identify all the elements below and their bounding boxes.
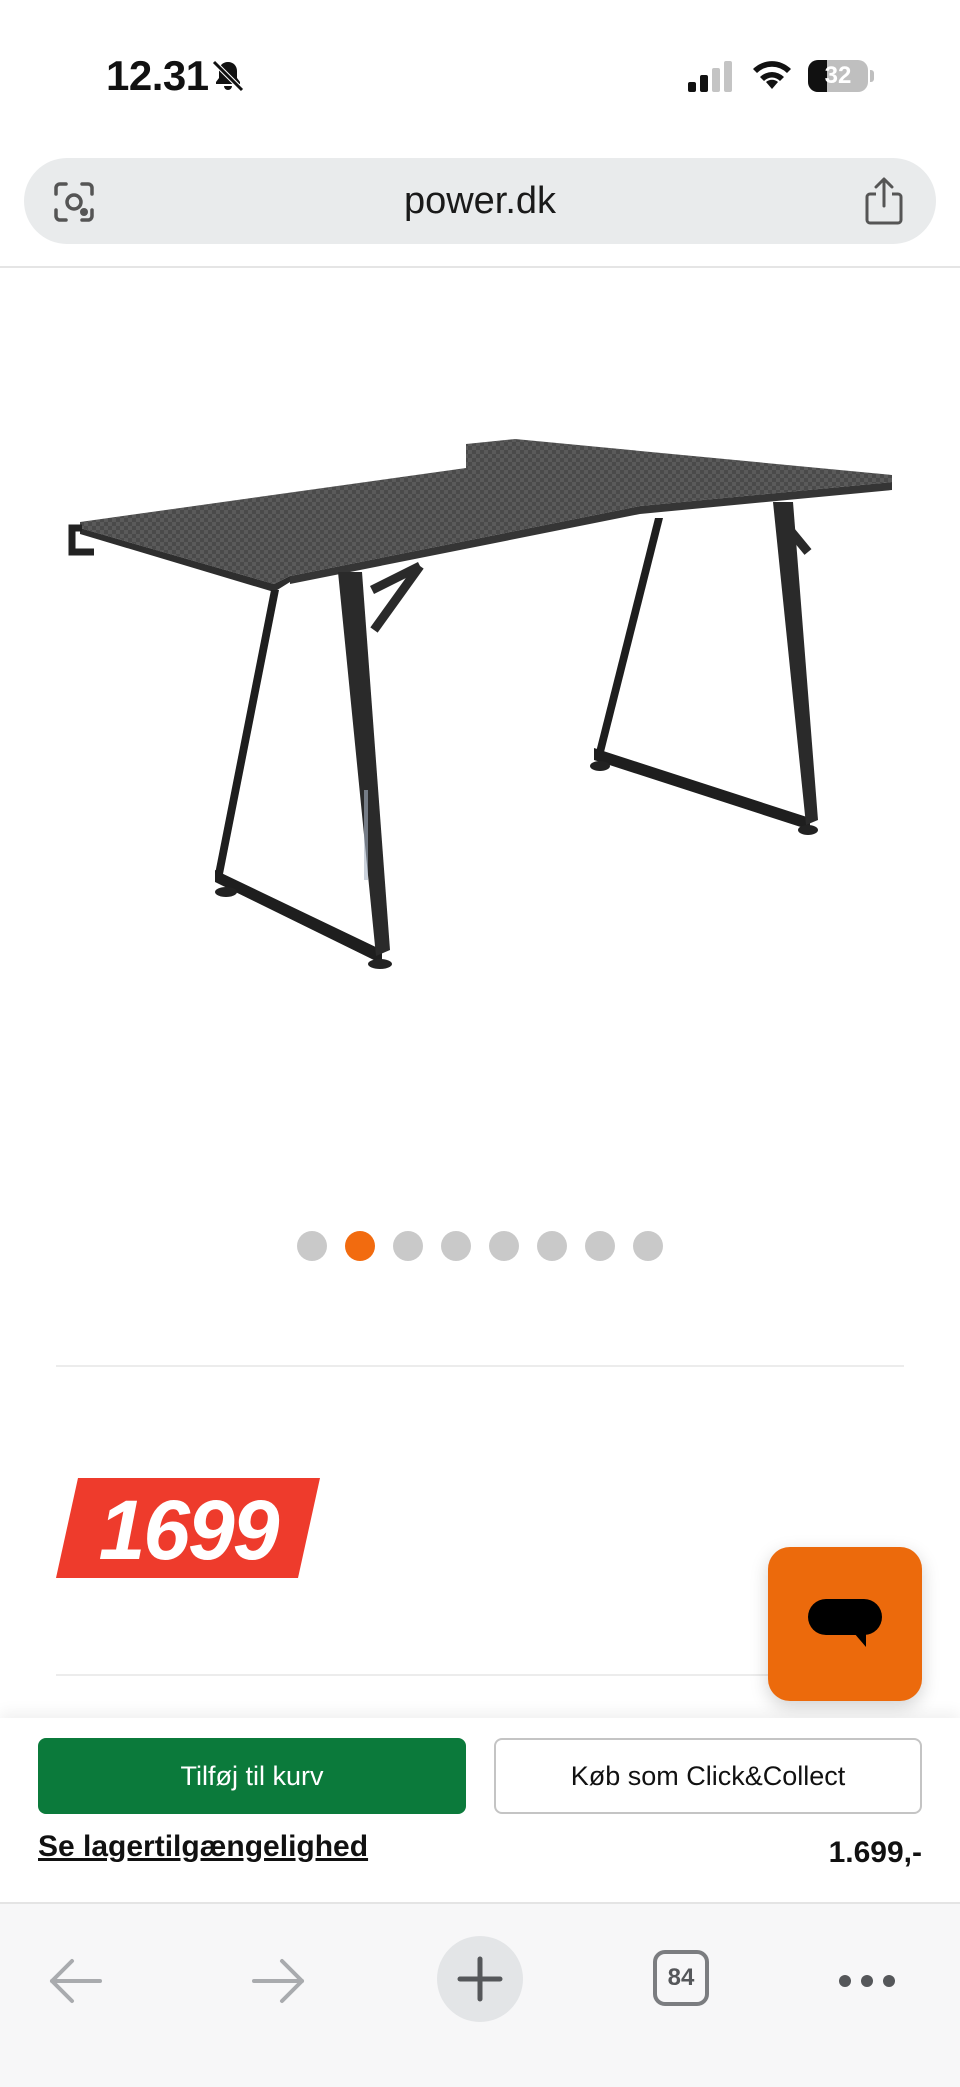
share-icon[interactable]: [862, 176, 906, 226]
carousel-dot[interactable]: [345, 1231, 375, 1261]
click-and-collect-button[interactable]: Køb som Click&Collect: [494, 1738, 922, 1814]
chat-button[interactable]: [768, 1547, 922, 1701]
battery-indicator: 32: [808, 60, 874, 92]
url-text[interactable]: power.dk: [24, 158, 936, 244]
carousel-dot[interactable]: [537, 1231, 567, 1261]
battery-percent: 32: [824, 62, 852, 89]
visual-search-icon[interactable]: [52, 180, 96, 224]
signal-icon: [688, 61, 732, 92]
bell-off-icon: [212, 60, 244, 92]
back-arrow-icon[interactable]: [46, 1954, 106, 2008]
carousel-dot[interactable]: [489, 1231, 519, 1261]
bottom-price: 1.699,-: [828, 1836, 922, 1869]
address-divider: [0, 266, 960, 268]
carousel-dot[interactable]: [633, 1231, 663, 1261]
gaming-desk-image[interactable]: [0, 270, 960, 1170]
address-bar[interactable]: power.dk: [24, 158, 936, 244]
forward-arrow-icon[interactable]: [248, 1954, 308, 2008]
status-bar: 12.31 32: [0, 0, 960, 150]
browser-toolbar: 84: [0, 1902, 960, 2087]
carousel-dot[interactable]: [297, 1231, 327, 1261]
status-time: 12.31: [106, 52, 209, 99]
carousel-dots[interactable]: [0, 1231, 960, 1261]
new-tab-plus-icon: [457, 1956, 503, 2002]
carousel-dot[interactable]: [393, 1231, 423, 1261]
purchase-bar: Tilføj til kurv Køb som Click&Collect Se…: [0, 1718, 960, 1902]
more-icon[interactable]: [838, 1966, 896, 1996]
price-tag-value: 1699: [98, 1483, 280, 1577]
chat-bubble-icon: [808, 1599, 882, 1647]
new-tab-button[interactable]: [437, 1936, 523, 2022]
carousel-dot[interactable]: [585, 1231, 615, 1261]
add-to-cart-button[interactable]: Tilføj til kurv: [38, 1738, 466, 1814]
carousel-dot[interactable]: [441, 1231, 471, 1261]
tabs-button[interactable]: 84: [653, 1950, 709, 2006]
wifi-icon: [753, 61, 791, 89]
divider: [56, 1365, 904, 1367]
stock-availability-link[interactable]: Se lagertilgængelighed: [38, 1830, 368, 1864]
price-tag: 1699: [56, 1478, 320, 1578]
